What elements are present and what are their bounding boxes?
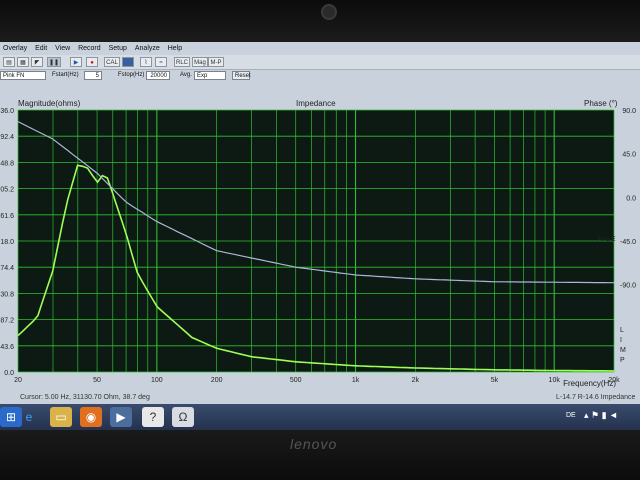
language-indicator[interactable]: DE bbox=[566, 412, 576, 419]
menu-overlay[interactable]: Overlay bbox=[0, 44, 30, 53]
brand-logo: lenovo bbox=[290, 436, 338, 452]
toolbar: ▤ ▦ ◤ ❚❚ ▶ ● CAL ⌇ ≈ RLC Mag M-P bbox=[0, 55, 640, 70]
fstart-label: Fstart(Hz) bbox=[52, 72, 79, 78]
taskbar: ⊞ e ▭ ◉ ▶ ? Ω DE ▴ ⚑ ▮ ◄ bbox=[0, 404, 640, 430]
cursor-icon[interactable]: ◤ bbox=[31, 57, 43, 67]
x-tick-label: 200 bbox=[211, 377, 223, 384]
x-tick-label: 1k bbox=[352, 377, 360, 384]
left-tick-label: 30.8 bbox=[0, 291, 14, 298]
laptop-bezel-top bbox=[0, 0, 640, 42]
x-tick-label: 20 bbox=[14, 377, 22, 384]
explorer-icon[interactable]: ▭ bbox=[50, 407, 72, 427]
limp-label-char: L bbox=[620, 327, 624, 334]
limp-label-char: P bbox=[620, 357, 625, 364]
impedance-chart[interactable]: 36.0 92.4 48.8 05.2 61.6 18.0 74.4 30.8 87.2 43.6… bbox=[0, 104, 640, 402]
firefox-icon[interactable]: ◉ bbox=[80, 407, 102, 427]
left-tick-label: 61.6 bbox=[0, 213, 14, 220]
cursor-readout: Cursor: 5.00 Hz, 31130.70 Ohm, 38.7 deg bbox=[20, 394, 150, 401]
menu-view[interactable]: View bbox=[52, 44, 73, 53]
fstart-input[interactable]: 5 bbox=[84, 71, 102, 80]
x-tick-label: 50 bbox=[93, 377, 101, 384]
right-tick-label: 90.0 bbox=[622, 108, 636, 115]
laptop-bezel-bottom: lenovo bbox=[0, 430, 640, 480]
left-tick-label: 0.0 bbox=[4, 370, 14, 377]
menu-bar: Overlay Edit View Record Setup Analyze H… bbox=[0, 44, 640, 55]
media-icon[interactable]: ▶ bbox=[110, 407, 132, 427]
rlc-button[interactable]: RLC bbox=[174, 57, 190, 67]
limp-label-char: M bbox=[620, 347, 626, 354]
screen: Overlay Edit View Record Setup Analyze H… bbox=[0, 42, 640, 430]
spectrum-icon[interactable] bbox=[122, 57, 134, 67]
x-tick-label: 500 bbox=[290, 377, 302, 384]
record-icon[interactable]: ● bbox=[86, 57, 98, 67]
magphase-button[interactable]: M-P bbox=[208, 57, 224, 67]
fstop-label: Fstop(Hz) bbox=[118, 72, 145, 78]
pause-icon[interactable]: ❚❚ bbox=[47, 57, 61, 67]
menu-analyze[interactable]: Analyze bbox=[132, 44, 163, 53]
menu-setup[interactable]: Setup bbox=[106, 44, 130, 53]
left-tick-label: 48.8 bbox=[0, 160, 14, 167]
control-row: Pink FN Fstart(Hz) 5 Fstop(Hz) 20000 Avg… bbox=[0, 70, 640, 82]
left-tick-label: 18.0 bbox=[0, 239, 14, 246]
left-tick-label: 05.2 bbox=[0, 187, 14, 194]
right-tick-label: -45.0 bbox=[620, 239, 636, 246]
left-tick-label: 87.2 bbox=[0, 318, 14, 325]
menu-record[interactable]: Record bbox=[75, 44, 104, 53]
save-icon[interactable]: ▦ bbox=[17, 57, 29, 67]
x-tick-label: 100 bbox=[151, 377, 163, 384]
avg-select[interactable]: Exp bbox=[194, 71, 226, 80]
left-tick-label: 74.4 bbox=[0, 265, 14, 272]
right-tick-label: 45.0 bbox=[622, 152, 636, 159]
right-tick-label: 0.0 bbox=[626, 195, 636, 202]
status-right: L-14.7 R-14.6 Impedance bbox=[556, 394, 636, 401]
mag-button[interactable]: Mag bbox=[192, 57, 208, 67]
left-tick-label: 92.4 bbox=[0, 134, 14, 141]
x-axis-title: Frequency(Hz) bbox=[563, 379, 616, 388]
app-icon[interactable]: Ω bbox=[172, 407, 194, 427]
menu-edit[interactable]: Edit bbox=[32, 44, 50, 53]
left-tick-label: 43.6 bbox=[0, 344, 14, 351]
fstop-input[interactable]: 20000 bbox=[146, 71, 170, 80]
signal-select[interactable]: Pink FN bbox=[0, 71, 46, 80]
avg-label: Avg. bbox=[180, 72, 192, 78]
document-icon[interactable]: ? bbox=[142, 407, 164, 427]
x-tick-label: 10k bbox=[549, 377, 561, 384]
play-icon[interactable]: ▶ bbox=[70, 57, 82, 67]
internet-explorer-icon[interactable]: e bbox=[18, 407, 40, 427]
limp-label-char: I bbox=[620, 337, 622, 344]
webcam-icon bbox=[321, 4, 337, 20]
left-tick-label: 36.0 bbox=[0, 108, 14, 115]
x-tick-label: 5k bbox=[491, 377, 499, 384]
cal-button[interactable]: CAL bbox=[104, 57, 120, 67]
menu-help[interactable]: Help bbox=[165, 44, 185, 53]
reset-button[interactable]: Reset bbox=[232, 71, 251, 80]
filter-icon[interactable]: ≈ bbox=[155, 57, 167, 67]
status-bar: Cursor: 5.00 Hz, 31130.70 Ohm, 38.7 deg … bbox=[0, 394, 640, 404]
x-tick-label: 2k bbox=[412, 377, 420, 384]
tray-icons[interactable]: ▴ ⚑ ▮ ◄ bbox=[584, 410, 618, 421]
avg-e-label: Avg.E bbox=[597, 236, 616, 243]
open-icon[interactable]: ▤ bbox=[3, 57, 15, 67]
right-tick-label: -90.0 bbox=[620, 283, 636, 290]
scope-icon[interactable]: ⌇ bbox=[140, 57, 152, 67]
